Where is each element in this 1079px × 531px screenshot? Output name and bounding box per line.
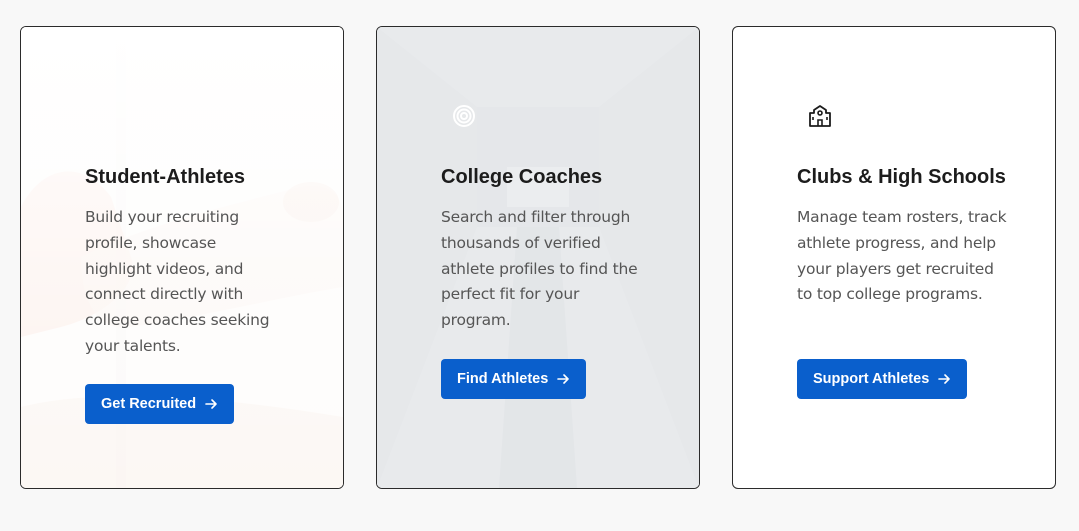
arrow-right-icon	[557, 374, 570, 384]
arrow-right-icon	[205, 399, 217, 409]
arrow-right-icon	[938, 374, 951, 384]
card-description: Search and filter through thousands of v…	[441, 208, 638, 330]
card-title: College Coaches	[441, 166, 603, 188]
school-building-icon	[809, 105, 831, 127]
card-content: Clubs & High Schools Manage team rosters…	[797, 163, 1015, 308]
card-description: Manage team rosters, track athlete progr…	[797, 208, 1007, 304]
button-label: Find Athletes	[457, 371, 549, 387]
card-clubs-high-schools: Clubs & High Schools Manage team rosters…	[732, 26, 1056, 489]
card-content: Student-Athletes Build your recruiting p…	[85, 163, 303, 360]
card-student-athletes: Student-Athletes Build your recruiting p…	[20, 26, 344, 489]
card-title: Clubs & High Schools	[797, 166, 1006, 188]
audience-cards: Student-Athletes Build your recruiting p…	[20, 26, 1056, 489]
button-label: Support Athletes	[813, 371, 930, 387]
card-college-coaches: College Coaches Search and filter throug…	[376, 26, 700, 489]
card-content: College Coaches Search and filter throug…	[441, 163, 659, 334]
button-label: Get Recruited	[101, 396, 197, 412]
support-athletes-button[interactable]: Support Athletes	[797, 359, 968, 399]
get-recruited-button[interactable]: Get Recruited	[85, 384, 235, 424]
find-athletes-button[interactable]: Find Athletes	[441, 359, 587, 399]
card-description: Build your recruiting profile, showcase …	[85, 208, 270, 355]
card-title: Student-Athletes	[85, 166, 245, 188]
target-icon	[453, 105, 475, 127]
